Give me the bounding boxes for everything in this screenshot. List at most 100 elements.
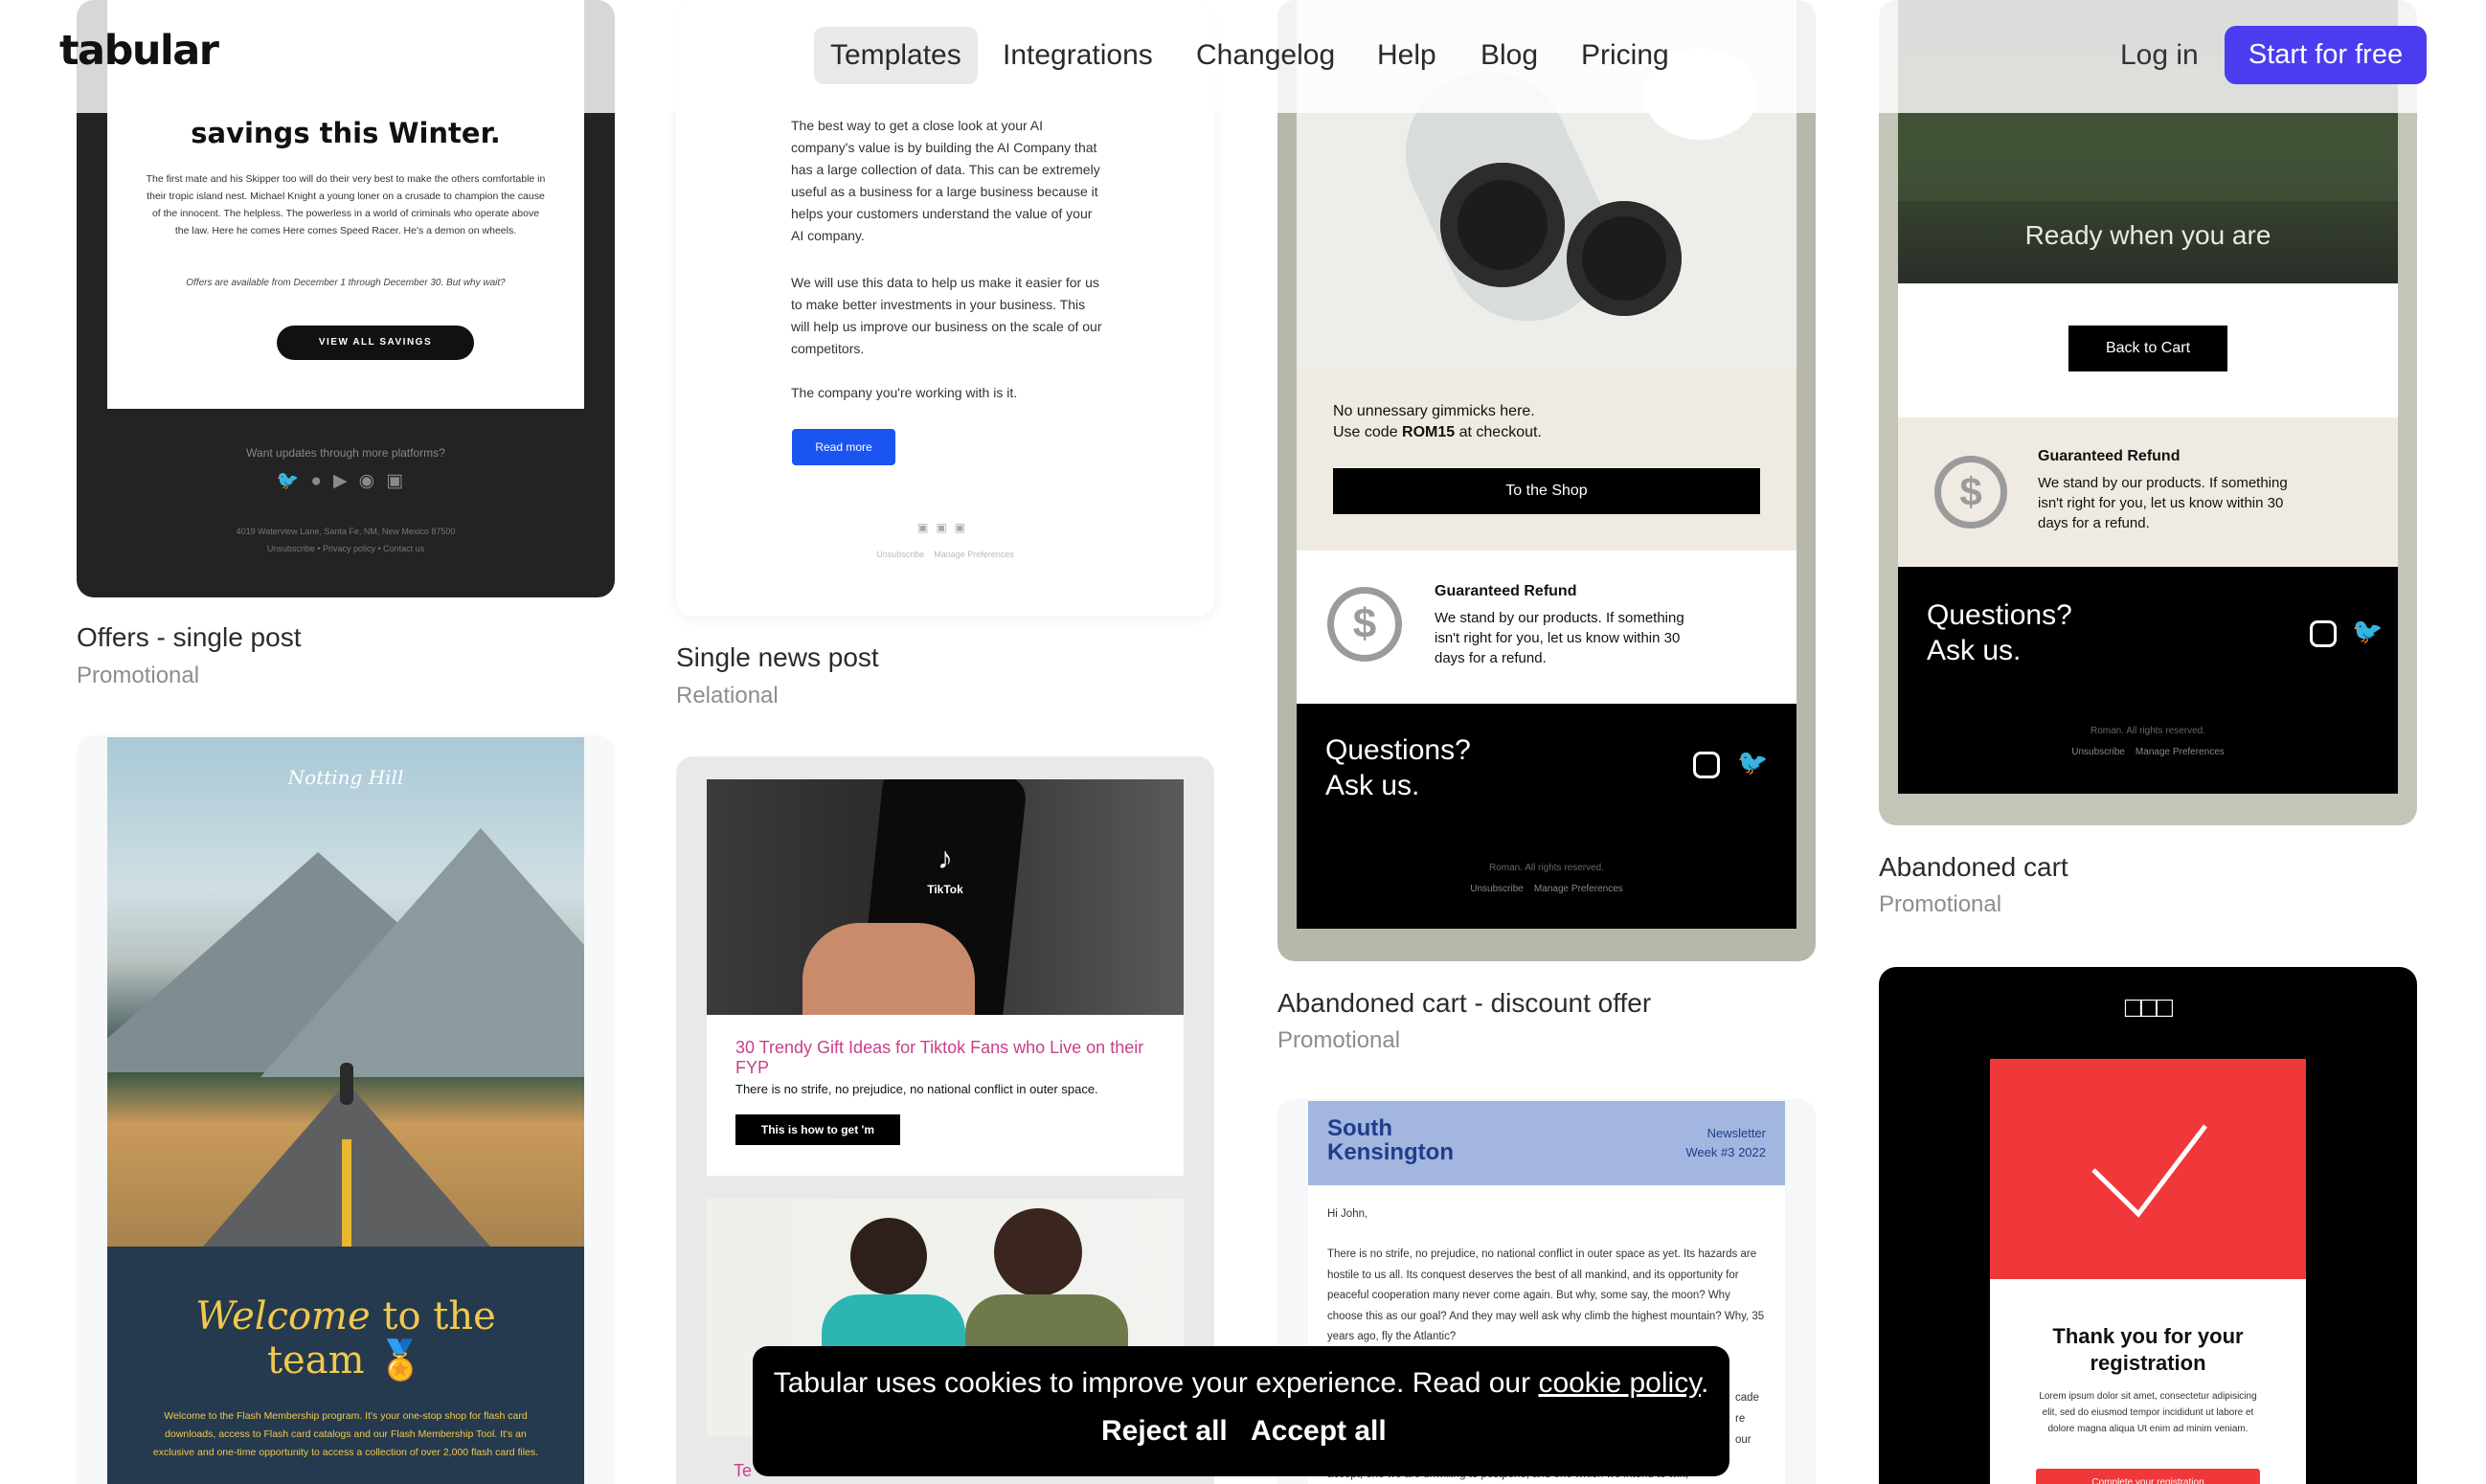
nav-templates[interactable]: Templates xyxy=(814,27,978,84)
login-link[interactable]: Log in xyxy=(2120,27,2199,84)
refund-body: We stand by our products. If something i… xyxy=(1435,610,1684,666)
footer-links: Unsubscribe Manage Preferences xyxy=(2071,747,2225,757)
refund-title: Guaranteed Refund xyxy=(2038,448,2181,464)
grid-logo-icon: □□□ xyxy=(2124,992,2173,1023)
social-icon[interactable]: ▣ xyxy=(936,521,954,534)
nav-blog[interactable]: Blog xyxy=(1464,27,1554,84)
offer-heading: savings this Winter. xyxy=(191,117,501,149)
newsletter-body: There is no strife, no prejudice, no nat… xyxy=(1327,1248,1765,1342)
text-fragment: re xyxy=(1735,1413,1746,1425)
nav-changelog[interactable]: Changelog xyxy=(1180,27,1351,84)
article-headline-fragment: Te xyxy=(734,1461,753,1480)
nav-pricing[interactable]: Pricing xyxy=(1565,27,1685,84)
news-para-1: The best way to get a close look at your… xyxy=(791,118,1100,243)
newsletter-brand: South Kensington xyxy=(1327,1115,1454,1165)
welcome-section: Welcome to the team 🏅 Welcome to the Fla… xyxy=(107,1247,584,1484)
medal-icon: 🏅 xyxy=(376,1338,425,1383)
card-category[interactable]: Promotional xyxy=(1277,1027,1400,1054)
nav-help[interactable]: Help xyxy=(1361,27,1453,84)
text-fragment: our xyxy=(1735,1434,1752,1446)
newsletter-week: Week #3 2022 xyxy=(1685,1145,1766,1159)
tiktok-app-label: TikTok xyxy=(927,883,963,896)
text-fragment: cade xyxy=(1735,1392,1759,1404)
twitter-icon[interactable]: 🐦 xyxy=(2352,617,2383,646)
footer-links: Unsubscribe Manage Preferences xyxy=(1470,884,1623,894)
refund-body: We stand by our products. If something i… xyxy=(2038,475,2288,531)
card-title[interactable]: Abandoned cart - discount offer xyxy=(1277,988,1651,1019)
reject-all-button[interactable]: Reject all xyxy=(1101,1415,1228,1448)
cookie-banner: Tabular uses cookies to improve your exp… xyxy=(753,1346,1729,1476)
back-to-cart-button[interactable]: Back to Cart xyxy=(2068,326,2227,371)
footer-question: Want updates through more platforms? xyxy=(246,446,445,460)
registration-content: Thank you for your registration Lorem ip… xyxy=(1990,1279,2306,1484)
checkmark-panel xyxy=(1990,1059,2306,1279)
rights-text: Roman. All rights reserved. xyxy=(1488,863,1605,873)
get-them-button[interactable]: This is how to get 'm xyxy=(735,1114,900,1145)
offer-body: The first mate and his Skipper too will … xyxy=(146,173,546,236)
card-title[interactable]: Abandoned cart xyxy=(1879,852,2068,883)
template-card-discount[interactable]: No unnessary gimmicks here. Use code ROM… xyxy=(1277,0,1816,961)
tiktok-phone-photo: ♪ TikTok xyxy=(707,779,1184,1015)
promo-line-1: No unnessary gimmicks here. xyxy=(1333,403,1535,419)
card-title[interactable]: Offers - single post xyxy=(77,622,301,653)
template-card-welcome[interactable]: Notting Hill Welcome to the team 🏅 Welco… xyxy=(77,735,615,1484)
headphone-cup xyxy=(1440,163,1565,287)
top-navigation: tabular Templates Integrations Changelog… xyxy=(0,0,2486,113)
nav-integrations[interactable]: Integrations xyxy=(986,27,1169,84)
card-category[interactable]: Promotional xyxy=(1879,891,2001,918)
questions-section: Questions? Ask us. 🐦 Roman. All rights r… xyxy=(1898,567,2398,794)
social-icon[interactable]: ▣ xyxy=(955,521,973,534)
footer-links: Unsubscribe • Privacy policy • Contact u… xyxy=(266,544,425,553)
accept-all-button[interactable]: Accept all xyxy=(1251,1415,1387,1448)
youtube-icon[interactable]: ▶ xyxy=(333,471,359,491)
facebook-icon[interactable]: ● xyxy=(311,471,333,491)
place-name: Notting Hill xyxy=(287,766,404,789)
welcome-body: Welcome to the Flash Membership program.… xyxy=(152,1410,539,1458)
cart-cta-section: Back to Cart xyxy=(1898,283,2398,417)
news-social-icons: ▣▣▣ xyxy=(676,521,1214,534)
registration-heading: Thank you for your registration xyxy=(2052,1324,2244,1375)
refund-title: Guaranteed Refund xyxy=(1435,583,1577,599)
read-more-button[interactable]: Read more xyxy=(792,429,895,465)
promo-line-2: Use code ROM15 at checkout. xyxy=(1333,424,1542,440)
template-card-cart[interactable]: Ready when you are Back to Cart $ Guaran… xyxy=(1879,0,2417,825)
card-category[interactable]: Relational xyxy=(676,683,779,709)
newsletter-header: South Kensington Newsletter Week #3 2022 xyxy=(1308,1101,1785,1185)
hero-text: Ready when you are xyxy=(2024,220,2271,250)
pinterest-icon[interactable]: ◉ xyxy=(359,471,387,491)
twitter-icon[interactable]: 🐦 xyxy=(277,471,311,491)
article-body: There is no strife, no prejudice, no nat… xyxy=(735,1082,1098,1096)
complete-registration-button[interactable]: Complete your registration xyxy=(2036,1469,2260,1484)
twitter-icon[interactable]: 🐦 xyxy=(1737,748,1768,777)
start-for-free-button[interactable]: Start for free xyxy=(2225,26,2427,84)
footer-address: 4019 Waterview Lane, Santa Fe, NM, New M… xyxy=(236,527,456,536)
to-the-shop-button[interactable]: To the Shop xyxy=(1333,468,1760,514)
questions-text: Questions? Ask us. xyxy=(1927,599,2072,666)
cookie-policy-link[interactable]: cookie policy xyxy=(1538,1367,1701,1399)
registration-body: Lorem ipsum dolor sit amet, consectetur … xyxy=(2039,1391,2257,1434)
view-all-savings-button[interactable]: VIEW ALL SAVINGS xyxy=(277,326,474,360)
card-title[interactable]: Single news post xyxy=(676,642,879,673)
social-icon[interactable]: ▣ xyxy=(917,521,936,534)
card-category[interactable]: Promotional xyxy=(77,663,199,689)
refund-dollar-icon: $ xyxy=(1327,587,1402,662)
instagram-icon[interactable] xyxy=(1693,752,1720,778)
questions-section: Questions? Ask us. 🐦 Roman. All rights r… xyxy=(1297,704,1797,929)
instagram-icon[interactable]: ▣ xyxy=(386,471,415,491)
instagram-icon[interactable] xyxy=(2310,620,2337,647)
questions-text: Questions? Ask us. xyxy=(1325,734,1471,801)
tabular-logo[interactable]: tabular xyxy=(59,27,219,75)
newsletter-label: Newsletter xyxy=(1706,1126,1766,1140)
mountain-road-photo: Notting Hill xyxy=(107,737,584,1247)
welcome-heading: Welcome to the team 🏅 xyxy=(195,1294,496,1383)
promo-section: No unnessary gimmicks here. Use code ROM… xyxy=(1297,369,1797,551)
refund-section: $ Guaranteed Refund We stand by our prod… xyxy=(1898,417,2398,567)
offer-note: Offers are available from December 1 thr… xyxy=(186,278,506,288)
promo-code: ROM15 xyxy=(1402,424,1456,440)
social-icons: 🐦●▶◉▣ xyxy=(77,469,615,492)
hand xyxy=(802,923,975,1015)
refund-dollar-icon: $ xyxy=(1934,456,2007,528)
rights-text: Roman. All rights reserved. xyxy=(2090,726,2206,736)
article-headline: 30 Trendy Gift Ideas for Tiktok Fans who… xyxy=(735,1038,1144,1077)
template-card-registration[interactable]: □□□ Thank you for your registration Lore… xyxy=(1879,967,2417,1484)
